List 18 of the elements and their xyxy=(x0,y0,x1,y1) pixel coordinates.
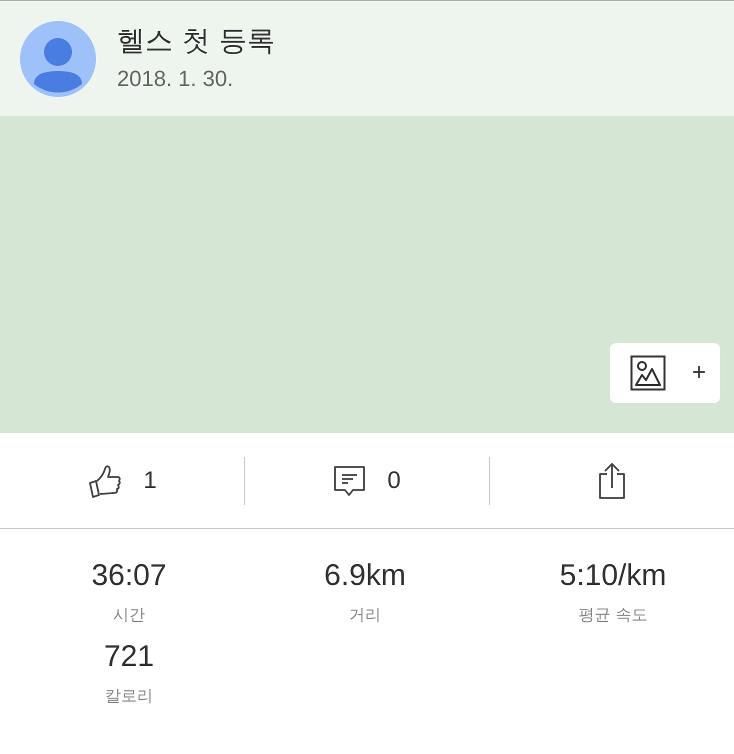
comment-button[interactable]: 0 xyxy=(245,450,489,510)
stat-value: 5:10/km xyxy=(560,559,666,593)
post-date: 2018. 1. 30. xyxy=(117,66,234,92)
avatar-icon xyxy=(20,20,96,96)
image-icon xyxy=(630,355,666,391)
stat-value: 6.9km xyxy=(324,559,406,593)
stat-value: 36:07 xyxy=(91,559,167,593)
stat-label: 거리 xyxy=(349,605,381,626)
like-button[interactable]: 1 xyxy=(0,450,244,510)
stat-value: 721 xyxy=(104,640,154,674)
share-icon xyxy=(598,462,626,500)
comment-icon xyxy=(333,464,368,498)
thumbs-up-icon xyxy=(87,462,124,498)
post-title: 헬스 첫 등록 xyxy=(117,22,275,58)
stat-label: 평균 속도 xyxy=(578,605,648,626)
add-photo-button[interactable]: + xyxy=(610,343,720,403)
stat-label: 시간 xyxy=(113,605,145,626)
stat-label: 칼로리 xyxy=(105,686,153,707)
